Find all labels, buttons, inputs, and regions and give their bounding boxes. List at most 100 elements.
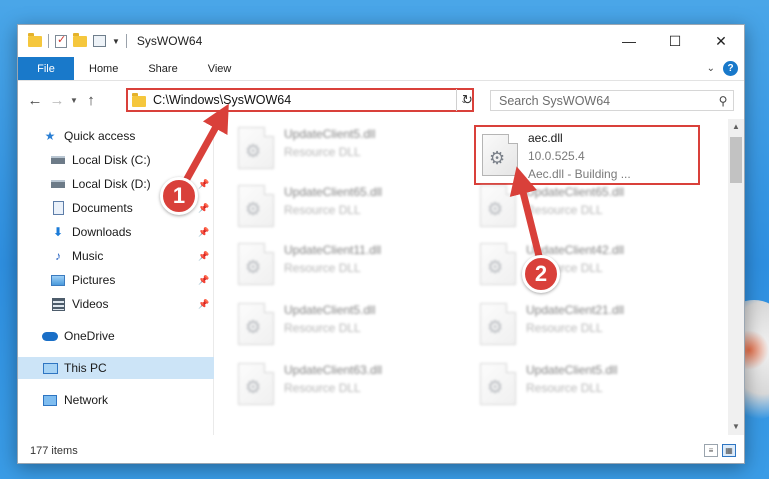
properties-check-icon[interactable]: [55, 33, 67, 48]
sidebar-item-label: Downloads: [72, 225, 132, 239]
file-name: UpdateClient65.dll: [284, 185, 383, 199]
up-arrow-icon[interactable]: ↑: [80, 92, 102, 109]
dll-file-icon: ⚙: [238, 243, 274, 285]
drive-icon: [51, 156, 65, 164]
dll-file-icon: ⚙: [480, 363, 516, 405]
status-bar: 177 items ≡ ▦: [18, 439, 744, 463]
sidebar-item-network[interactable]: Network: [18, 389, 214, 411]
folder-icon: [132, 92, 146, 107]
ribbon-right-controls: ⌄ ?: [707, 61, 738, 76]
drive-icon: [51, 180, 65, 188]
tab-share[interactable]: Share: [133, 57, 192, 80]
list-item[interactable]: ⚙ UpdateClient5.dll Resource DLL: [218, 123, 438, 175]
list-item[interactable]: ⚙ UpdateClient11.dll Resource DLL: [218, 239, 438, 291]
sidebar-item-downloads[interactable]: ⬇ Downloads 📌: [18, 221, 214, 243]
file-name: UpdateClient65.dll: [526, 185, 625, 199]
sidebar-item-onedrive[interactable]: OneDrive: [18, 325, 214, 347]
window-title: SysWOW64: [136, 34, 203, 48]
videos-icon: [51, 297, 65, 311]
file-list: ⚙ UpdateClient5.dll Resource DLL ⚙ Updat…: [218, 119, 728, 435]
maximize-button[interactable]: ☐: [652, 25, 698, 57]
tiles-view-icon[interactable]: ▦: [722, 444, 736, 457]
sidebar-item-quick-access[interactable]: ★ Quick access: [18, 125, 214, 147]
explorer-window: ▼ SysWOW64 — ☐ ✕ File Home Share View ⌄ …: [17, 24, 745, 464]
recent-locations-dropdown[interactable]: ▼: [68, 96, 80, 105]
vertical-scrollbar[interactable]: ▲ ▼: [728, 119, 744, 435]
file-type: Resource DLL: [526, 381, 603, 395]
sidebar-item-music[interactable]: ♪ Music 📌: [18, 245, 214, 267]
file-type: Resource DLL: [284, 381, 361, 395]
divider: [48, 34, 49, 48]
file-name: UpdateClient5.dll: [526, 363, 618, 377]
navigation-bar: ← → ▼ ↑ C:\Windows\SysWOW64 ⌄ ↻ ⚲: [18, 81, 744, 119]
pin-icon: 📌: [198, 202, 210, 213]
dll-file-icon: ⚙: [238, 363, 274, 405]
tab-file[interactable]: File: [18, 57, 74, 80]
file-type: Resource DLL: [284, 203, 361, 217]
list-item[interactable]: ⚙ UpdateClient63.dll Resource DLL: [218, 359, 438, 411]
minimize-button[interactable]: —: [606, 25, 652, 57]
list-item[interactable]: ⚙ UpdateClient65.dll Resource DLL: [218, 181, 438, 233]
sidebar-item-videos[interactable]: Videos 📌: [18, 293, 214, 315]
dll-file-icon: ⚙: [480, 185, 516, 227]
address-path[interactable]: C:\Windows\SysWOW64: [153, 93, 456, 107]
sidebar-item-pictures[interactable]: Pictures 📌: [18, 269, 214, 291]
search-box[interactable]: ⚲: [490, 90, 734, 111]
file-type: Resource DLL: [526, 321, 603, 335]
list-item[interactable]: ⚙ UpdateClient5.dll Resource DLL: [218, 299, 438, 351]
star-icon: ★: [44, 129, 56, 143]
customize-toolbar-icon[interactable]: ▼: [112, 37, 120, 46]
search-icon[interactable]: ⚲: [713, 94, 733, 108]
refresh-button[interactable]: ↻: [456, 89, 478, 111]
pin-icon: 📌: [198, 298, 210, 309]
file-type: Resource DLL: [284, 145, 361, 159]
sidebar-item-label: Videos: [72, 297, 109, 311]
properties-icon[interactable]: [93, 35, 106, 47]
back-arrow-icon[interactable]: ←: [24, 92, 46, 109]
dll-file-icon: ⚙: [480, 243, 516, 285]
file-type: Resource DLL: [526, 203, 603, 217]
step-1-badge: 1: [160, 177, 198, 215]
chevron-down-icon[interactable]: ⌄: [707, 63, 715, 74]
new-folder-icon[interactable]: [73, 32, 87, 47]
file-type: Resource DLL: [284, 321, 361, 335]
tab-home[interactable]: Home: [74, 57, 133, 80]
tab-view[interactable]: View: [193, 57, 247, 80]
scrollbar-thumb[interactable]: [730, 137, 742, 183]
step-2-badge: 2: [522, 255, 560, 293]
address-bar[interactable]: C:\Windows\SysWOW64 ⌄: [126, 88, 474, 112]
file-version: 10.0.525.4: [528, 149, 585, 163]
main-area: ★ Quick access Local Disk (C:) Local Dis…: [18, 119, 744, 435]
cloud-icon: [42, 331, 58, 341]
list-item[interactable]: ⚙ UpdateClient5.dll Resource DLL: [460, 359, 680, 411]
title-bar: ▼ SysWOW64 — ☐ ✕: [18, 25, 744, 57]
view-toggle: ≡ ▦: [704, 444, 736, 457]
download-icon: ⬇: [52, 225, 64, 239]
close-button[interactable]: ✕: [698, 25, 744, 57]
scroll-down-arrow-icon[interactable]: ▼: [728, 419, 744, 435]
search-input[interactable]: [499, 93, 713, 108]
scroll-up-arrow-icon[interactable]: ▲: [728, 119, 744, 135]
list-item[interactable]: ⚙ UpdateClient42.dll Resource DLL: [460, 239, 680, 291]
sidebar-item-label: Local Disk (D:): [72, 177, 151, 191]
forward-arrow-icon[interactable]: →: [46, 92, 68, 109]
file-name: UpdateClient11.dll: [284, 243, 382, 257]
sidebar-item-label: Documents: [72, 201, 133, 215]
sidebar-item-label: Network: [64, 393, 109, 407]
list-item[interactable]: ⚙ UpdateClient21.dll Resource DLL: [460, 299, 680, 351]
sidebar-item-label: Quick access: [64, 129, 136, 143]
sidebar-item-this-pc[interactable]: This PC: [18, 357, 214, 379]
details-view-icon[interactable]: ≡: [704, 444, 718, 457]
list-item[interactable]: ⚙ UpdateClient65.dll Resource DLL: [460, 181, 680, 233]
file-name: aec.dll: [528, 131, 563, 145]
dll-file-icon: ⚙: [238, 303, 274, 345]
dll-file-icon: ⚙: [482, 134, 518, 176]
item-count: 177 items: [30, 445, 78, 457]
selected-file-aec-dll[interactable]: ⚙ aec.dll 10.0.525.4 Aec.dll - Building …: [474, 125, 700, 185]
sidebar-item-local-disk-c[interactable]: Local Disk (C:): [18, 149, 214, 171]
help-icon[interactable]: ?: [723, 61, 738, 76]
music-icon: ♪: [55, 249, 61, 263]
dll-file-icon: ⚙: [238, 185, 274, 227]
window-controls: — ☐ ✕: [606, 25, 744, 57]
sidebar-item-label: Music: [72, 249, 104, 263]
